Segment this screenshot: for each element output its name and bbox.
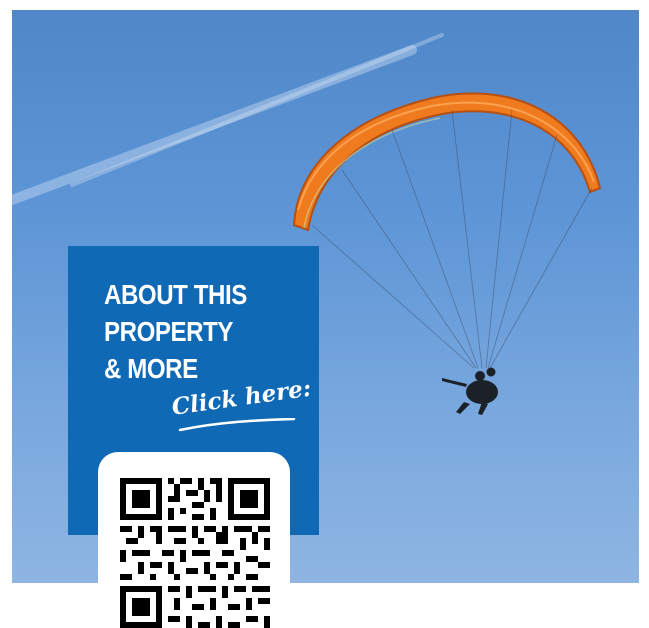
promo-heading-line: PROPERTY: [104, 316, 234, 347]
promo-heading-line: & MORE: [104, 353, 198, 384]
promo-heading: ABOUT THIS PROPERTY & MORE: [104, 276, 247, 387]
cta-underline-icon: [178, 418, 296, 432]
promo-heading-line: ABOUT THIS: [104, 279, 247, 310]
paraglider-icon: [292, 92, 602, 415]
qr-card[interactable]: [98, 452, 290, 628]
page-frame: ABOUT THIS PROPERTY & MORE Click here:: [0, 0, 649, 628]
qr-code-icon[interactable]: [120, 478, 270, 628]
contrail-streak-thin: [70, 33, 444, 187]
